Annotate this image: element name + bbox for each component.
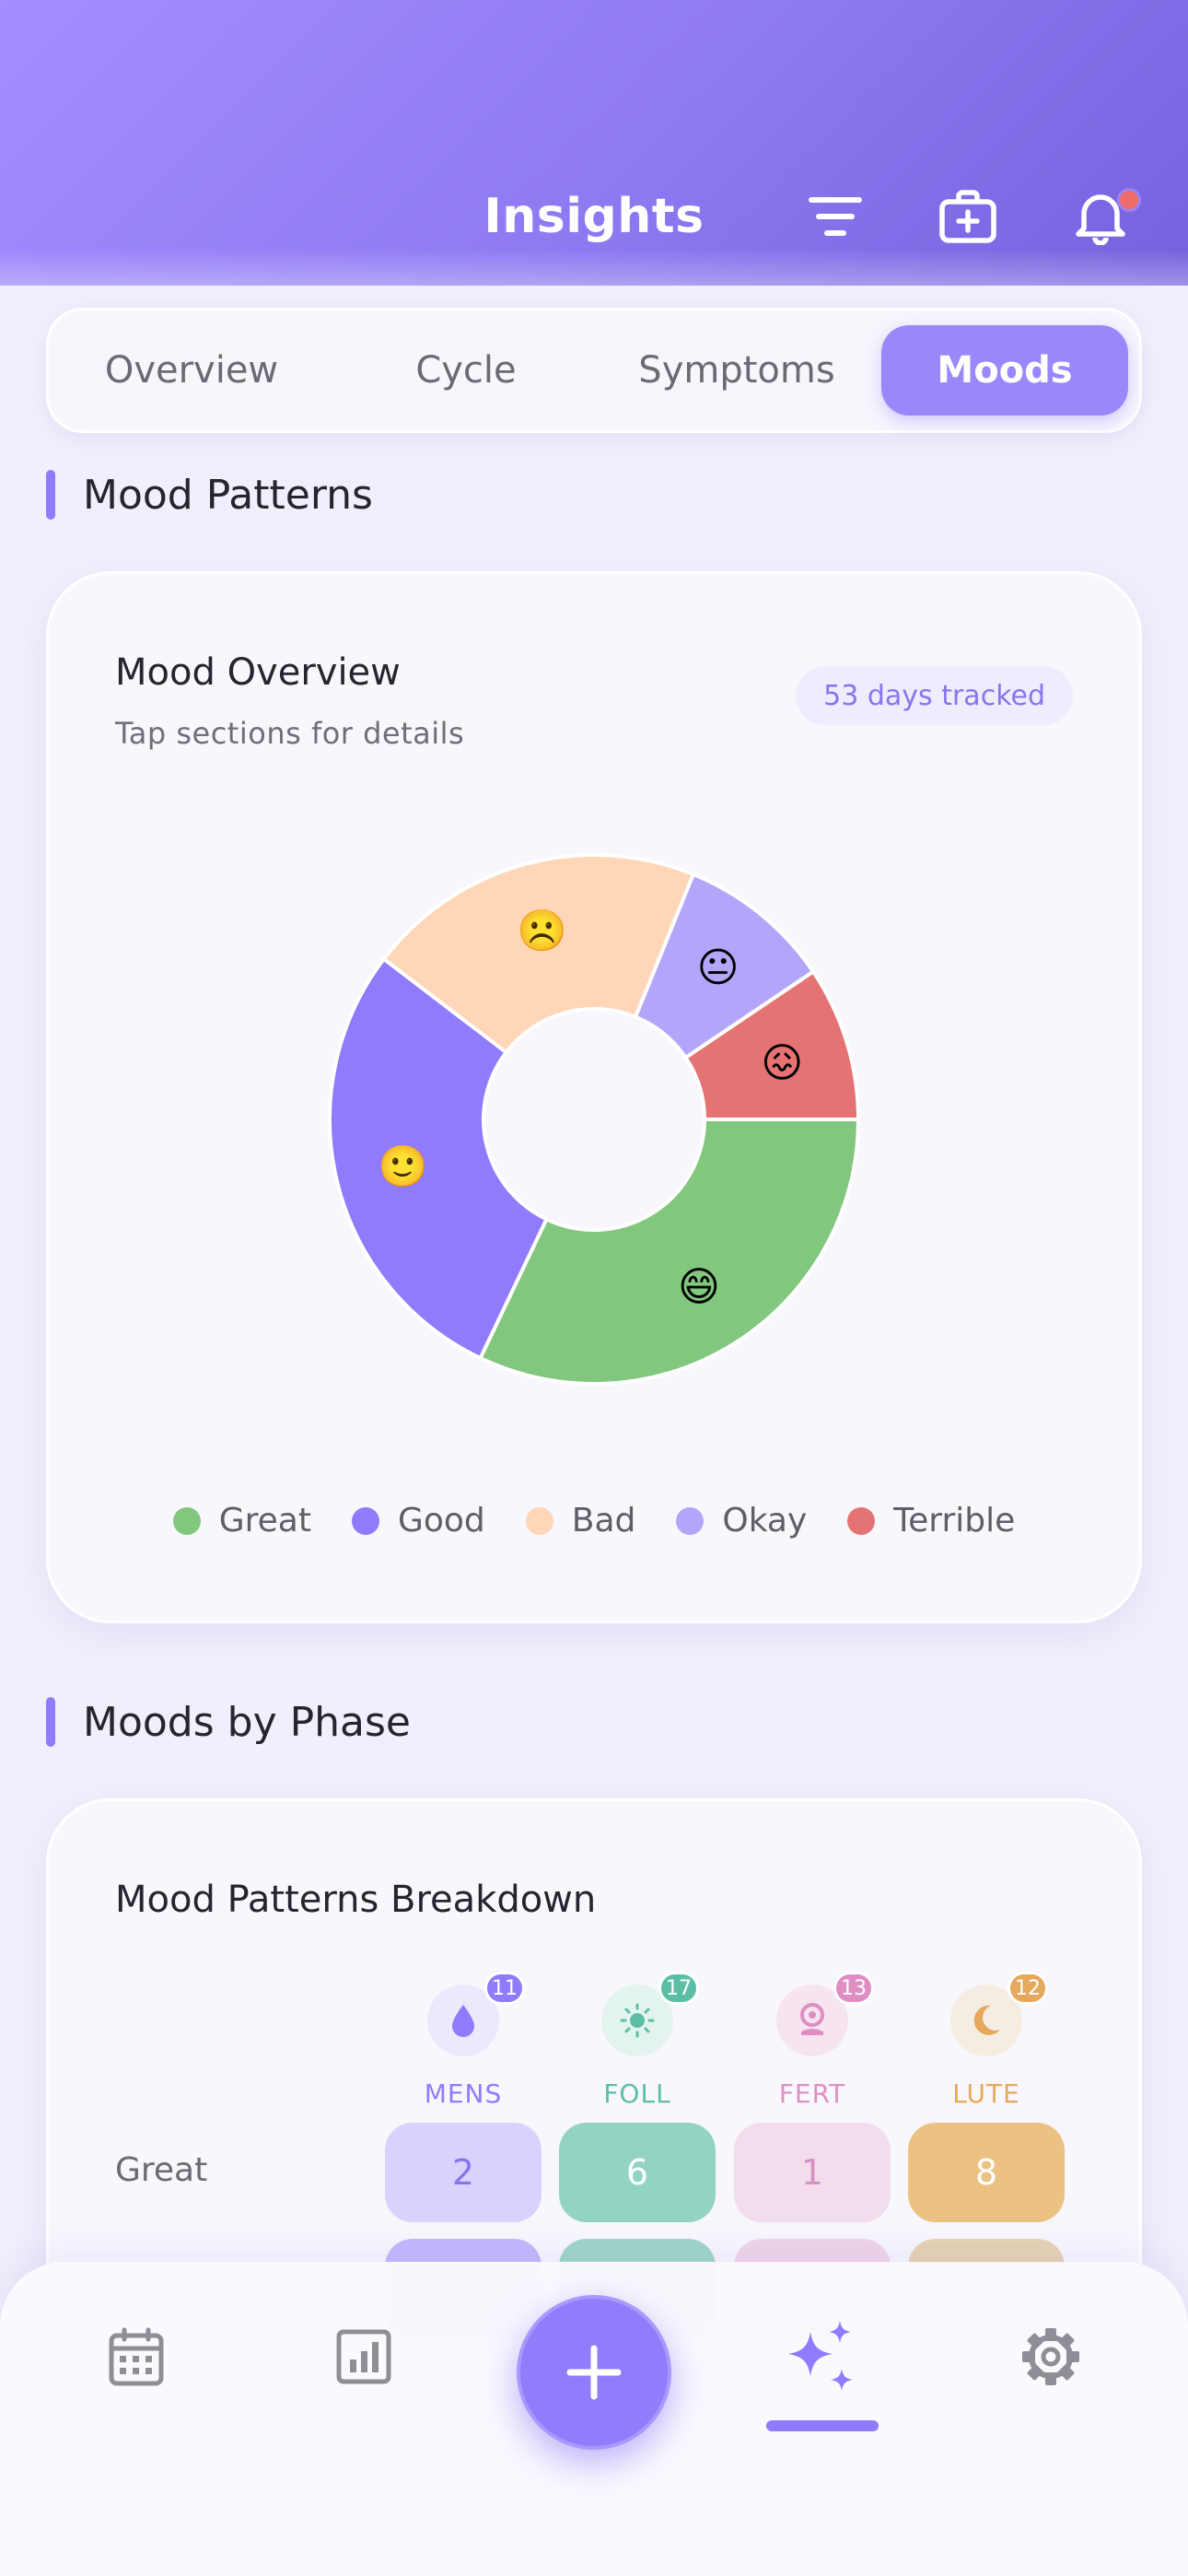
legend-item-great[interactable]: Great [172, 1502, 311, 1540]
chart-icon[interactable] [322, 2315, 405, 2398]
phase-count-badge: 11 [484, 1972, 525, 2005]
section-accent-bar [46, 1697, 55, 1747]
section-moods-by-phase: Moods by Phase [46, 1697, 411, 1747]
phase-header-mens[interactable]: 11 MENS [385, 1972, 542, 2109]
sparkles-icon[interactable] [781, 2315, 864, 2398]
mood-emoji-terrible: 😖 [761, 1040, 803, 1087]
chart-legend: Great Good Bad Okay Terrible [0, 1502, 1188, 1540]
legend-item-bad[interactable]: Bad [525, 1502, 636, 1540]
legend-label: Bad [571, 1502, 636, 1540]
phase-label: LUTE [952, 2078, 1020, 2109]
add-entry-button[interactable] [517, 2295, 671, 2450]
legend-label: Great [218, 1502, 311, 1540]
legend-item-good[interactable]: Good [351, 1502, 485, 1540]
legend-item-terrible[interactable]: Terrible [847, 1502, 1015, 1540]
phase-count-badge: 13 [833, 1972, 874, 2005]
phase-count-badge: 12 [1007, 1972, 1048, 2005]
droplet-icon: 11 [427, 1972, 525, 2056]
cell-great-fert[interactable]: 1 [734, 2123, 891, 2222]
flower-icon: 13 [776, 1972, 874, 2056]
phase-count-badge: 17 [658, 1972, 699, 2005]
section-title-text: Moods by Phase [83, 1698, 411, 1746]
legend-dot [847, 1506, 876, 1535]
legend-item-okay[interactable]: Okay [676, 1502, 807, 1540]
row-label-great: Great [115, 2151, 208, 2189]
phase-header-foll[interactable]: 17 FOLL [559, 1972, 716, 2109]
mood-emoji-good: 🙂 [378, 1143, 428, 1190]
phase-header-lute[interactable]: 12 LUTE [908, 1972, 1065, 2109]
legend-dot [525, 1506, 553, 1535]
phase-label: FERT [778, 2078, 846, 2109]
donut-slice-great[interactable] [477, 1118, 861, 1386]
phase-header-fert[interactable]: 13 FERT [734, 1972, 891, 2109]
mood-emoji-great: 😄 [678, 1264, 720, 1311]
sun-icon: 17 [601, 1972, 699, 2056]
cell-great-mens[interactable]: 2 [385, 2123, 542, 2222]
legend-label: Okay [722, 1502, 808, 1540]
cell-great-lute[interactable]: 8 [908, 2123, 1065, 2222]
settings-icon[interactable] [1009, 2315, 1092, 2398]
active-tab-indicator [766, 2420, 879, 2431]
calendar-icon[interactable] [95, 2315, 178, 2398]
legend-label: Good [397, 1502, 485, 1540]
moon-icon: 12 [950, 1972, 1048, 2056]
phase-label: MENS [424, 2078, 503, 2109]
legend-dot [351, 1506, 379, 1535]
card-title: Mood Patterns Breakdown [115, 1879, 597, 1921]
add-icon [566, 2345, 622, 2400]
mood-emoji-bad: ☹️ [517, 907, 567, 954]
legend-label: Terrible [893, 1502, 1016, 1540]
cell-great-foll[interactable]: 6 [559, 2123, 716, 2222]
legend-dot [172, 1506, 201, 1535]
mood-emoji-okay: 😐 [697, 944, 740, 991]
legend-dot [676, 1506, 705, 1535]
phase-label: FOLL [603, 2078, 671, 2109]
mood-donut-chart: 😄 🙂 ☹️ 😐 😖 [328, 853, 861, 1386]
